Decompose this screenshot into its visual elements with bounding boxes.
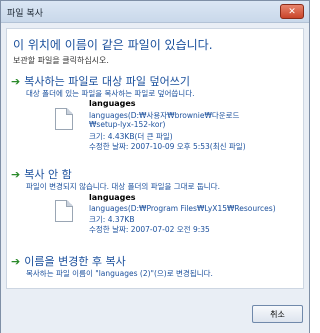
close-button[interactable]: ✕	[280, 4, 304, 19]
option-rename-description: 복사하는 파일 이름이 "languages (2)"(으)로 변경됩니다.	[26, 269, 213, 278]
close-icon: ✕	[288, 6, 296, 17]
option-overwrite-label: 복사하는 파일로 대상 파일 덮어쓰기	[24, 75, 191, 88]
green-arrow-icon: ➔	[11, 254, 21, 268]
file-icon	[55, 200, 73, 222]
copy-file-dialog: 파일 복사 ✕ 이 위치에 이름이 같은 파일이 있습니다. 보관할 파일을 클…	[0, 0, 310, 333]
dialog-heading: 이 위치에 이름이 같은 파일이 있습니다.	[13, 38, 213, 52]
cancel-button[interactable]: 취소	[252, 305, 303, 323]
green-arrow-icon: ➔	[11, 167, 21, 181]
green-arrow-icon: ➔	[11, 74, 21, 88]
option-skip-title[interactable]: ➔ 복사 안 함	[11, 166, 72, 182]
dialog-subheading: 보관할 파일을 클릭하십시오.	[13, 56, 109, 65]
file-modified-date: 수정한 날짜: 2007-07-02 오전 9:35	[89, 225, 210, 234]
file-modified-date: 수정한 날짜: 2007-10-09 오후 5:53(최신 파일)	[89, 142, 246, 151]
file-path-continued: ₩setup-lyx-152-kor)	[89, 120, 166, 129]
file-name: languages	[89, 193, 136, 202]
file-path: languages(D:₩Program Files₩LyX15₩Resourc…	[89, 204, 276, 213]
dialog-content: 이 위치에 이름이 같은 파일이 있습니다. 보관할 파일을 클릭하십시오. ➔…	[6, 28, 304, 289]
option-rename-label: 이름을 변경한 후 복사	[24, 255, 126, 268]
option-overwrite-description: 대상 폴더에 있는 파일을 복사하는 파일로 덮어씁니다.	[26, 89, 195, 98]
title-bar[interactable]: 파일 복사 ✕	[1, 1, 309, 23]
window-title: 파일 복사	[7, 9, 43, 19]
file-icon	[55, 108, 73, 130]
option-rename-title[interactable]: ➔ 이름을 변경한 후 복사	[11, 253, 126, 269]
file-name: languages	[89, 99, 136, 108]
option-skip-label: 복사 안 함	[24, 168, 72, 181]
option-overwrite-title[interactable]: ➔ 복사하는 파일로 대상 파일 덮어쓰기	[11, 73, 190, 89]
option-skip-description: 파일이 변경되지 않습니다. 대상 폴더의 파일을 그대로 둡니다.	[26, 182, 220, 191]
